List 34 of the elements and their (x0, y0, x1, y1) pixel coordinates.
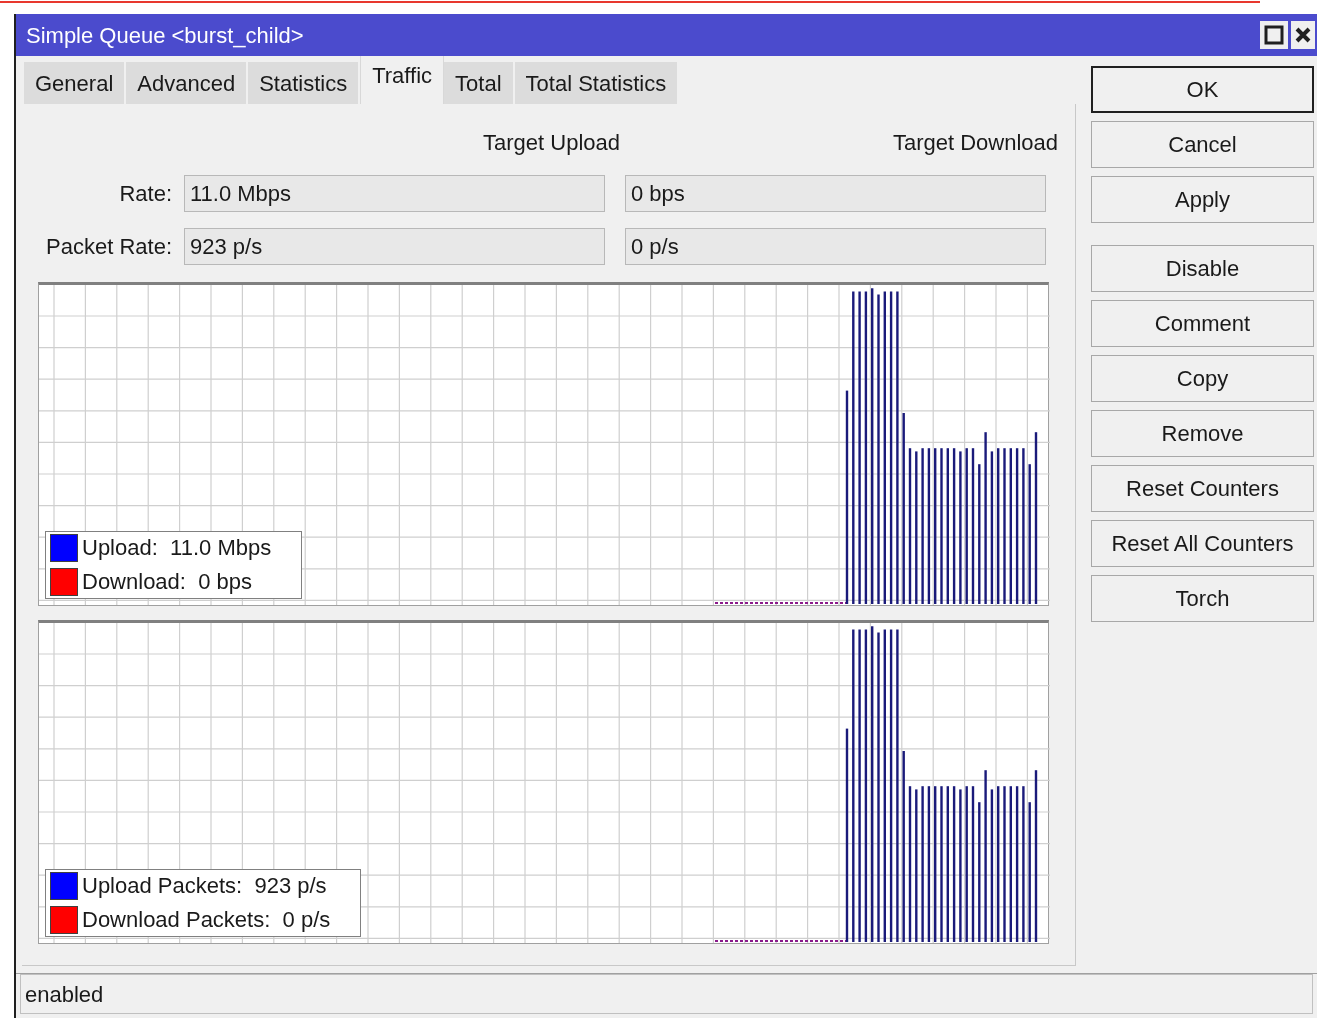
value-field: 0 bps (625, 175, 1046, 212)
dialog-button[interactable]: Copy (1091, 355, 1314, 402)
close-button[interactable] (1291, 21, 1315, 49)
window-title: Simple Queue <burst_child> (26, 21, 304, 50)
status-text: enabled (25, 980, 104, 1009)
column-header: Target Upload (483, 128, 620, 157)
dialog-button[interactable]: Disable (1091, 245, 1314, 292)
tab[interactable]: General (24, 62, 127, 104)
dialog-button[interactable]: Comment (1091, 300, 1314, 347)
tab[interactable]: Statistics (248, 62, 361, 104)
dialog-button[interactable]: Remove (1091, 410, 1314, 457)
legend-text: Upload Packets: 923 p/s (82, 875, 327, 897)
dialog-button[interactable]: Apply (1091, 176, 1314, 223)
value-field: 0 p/s (625, 228, 1046, 265)
tab[interactable]: Total Statistics (514, 62, 680, 104)
value-field: 11.0 Mbps (184, 175, 605, 212)
field-label: Packet Rate: (46, 233, 172, 261)
value-field: 923 p/s (184, 228, 605, 265)
maximize-icon (1264, 25, 1284, 45)
dialog-button[interactable]: Cancel (1091, 121, 1314, 168)
dialog-button[interactable]: OK (1091, 66, 1314, 113)
dialog-button[interactable]: Reset All Counters (1091, 520, 1314, 567)
dialog-button[interactable]: Reset Counters (1091, 465, 1314, 512)
close-icon (1294, 26, 1312, 44)
legend-text: Download Packets: 0 p/s (82, 909, 331, 931)
dialog-button[interactable]: Torch (1091, 575, 1314, 622)
column-header: Target Download (892, 128, 1058, 157)
legend-text: Download: 0 bps (82, 571, 252, 593)
tab[interactable]: Traffic (360, 56, 445, 104)
legend-text: Upload: 11.0 Mbps (82, 537, 272, 559)
maximize-button[interactable] (1260, 21, 1288, 49)
tab[interactable]: Total (444, 62, 515, 104)
tab[interactable]: Advanced (126, 62, 249, 104)
field-label: Rate: (119, 180, 172, 208)
